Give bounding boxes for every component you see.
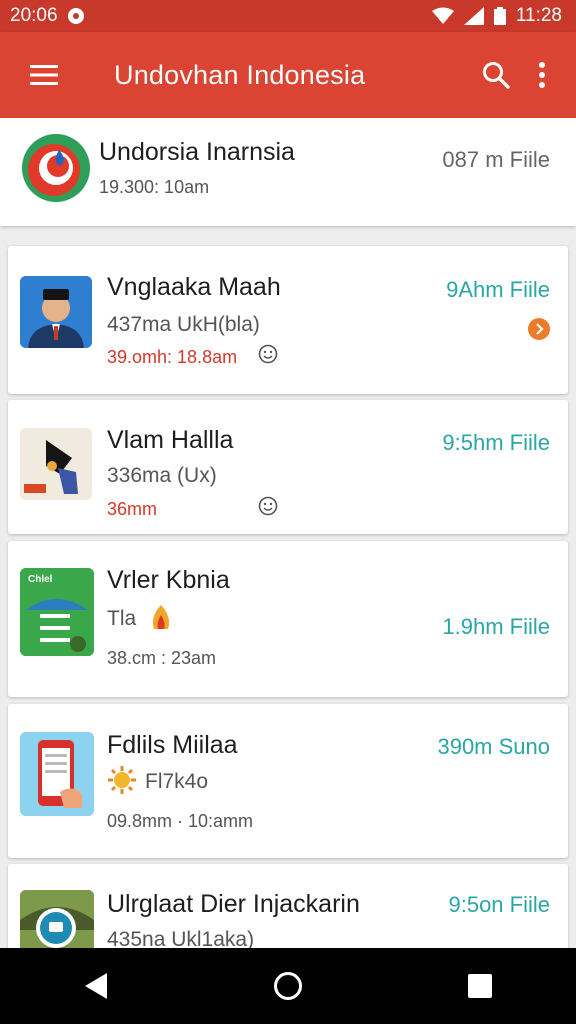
- item-thumbnail: [20, 428, 92, 500]
- home-button[interactable]: [258, 956, 318, 1016]
- item-title: Fdlils Miilaa: [107, 731, 238, 759]
- item-meta: 9:5on Fiile: [448, 892, 550, 917]
- item-subtitle: Fl7k4o: [145, 770, 209, 793]
- home-icon: [274, 972, 302, 1000]
- system-navigation-bar: [0, 948, 576, 1024]
- avatar: [20, 276, 92, 348]
- status-badge: [528, 318, 550, 345]
- item-time: 38.cm : 23am: [107, 648, 217, 668]
- list-item[interactable]: Fdlils Miilaa Fl7k4o 09.8mm · 10:amm 390…: [8, 704, 568, 858]
- signal-icon: [463, 7, 484, 25]
- item-time: 09.8mm · 10:amm: [107, 811, 254, 831]
- item-time: 39.omh: 18.8am: [107, 347, 238, 367]
- emoji-icon: [258, 344, 278, 369]
- item-subtitle: 437ma UkH(bla): [107, 313, 260, 336]
- item-time: 19.300: 10am: [99, 177, 210, 197]
- list-item[interactable]: Chlel Vrler Kbnia Tla 38.cm : 23am 1.9hm…: [8, 541, 568, 697]
- status-time-right: 11:28: [515, 5, 562, 26]
- app-logo: [20, 132, 92, 204]
- list-item[interactable]: Undorsia Inarnsia 19.300: 10am 087 m Fii…: [0, 118, 576, 226]
- item-meta: 9Ahm Fiile: [446, 277, 550, 302]
- item-title: Undorsia Inarnsia: [99, 138, 295, 166]
- item-meta: 390m Suno: [437, 734, 550, 759]
- thumbnail-label: Chlel: [28, 574, 53, 585]
- search-icon: [483, 62, 510, 89]
- app-title: Undovhan Indonesia: [114, 59, 366, 90]
- recents-icon: [468, 974, 492, 998]
- flame-icon: [146, 603, 176, 638]
- item-subtitle: Tla: [107, 607, 137, 630]
- item-title: Ulrglaat Dier Injackarin: [107, 890, 360, 918]
- more-vert-icon: [539, 62, 545, 88]
- wifi-icon: [431, 7, 454, 24]
- item-subtitle: 336ma (Ux): [107, 464, 217, 487]
- item-thumbnail: Chlel: [20, 568, 94, 656]
- sun-icon: [107, 765, 137, 800]
- item-meta: 1.9hm Fiile: [442, 614, 550, 639]
- item-meta: 087 m Fiile: [442, 147, 550, 172]
- item-title: Vlam Hallla: [107, 426, 234, 454]
- list-item[interactable]: Vlam Hallla 336ma (Ux) 36mm 9:5hm Fiile: [8, 400, 568, 534]
- recents-button[interactable]: [450, 956, 510, 1016]
- back-button[interactable]: [66, 956, 126, 1016]
- more-options-button[interactable]: [530, 55, 554, 95]
- item-time: 36mm: [107, 499, 158, 519]
- emoji-icon: [258, 496, 278, 521]
- menu-icon: [30, 65, 58, 85]
- item-title: Vnglaaka Maah: [107, 273, 281, 301]
- back-icon: [85, 973, 107, 999]
- menu-button[interactable]: [24, 55, 64, 95]
- notification-icon: [67, 8, 84, 24]
- search-button[interactable]: [476, 55, 516, 95]
- item-meta: 9:5hm Fiile: [442, 430, 550, 455]
- list-item[interactable]: Vnglaaka Maah 437ma UkH(bla) 39.omh: 18.…: [8, 246, 568, 394]
- item-thumbnail: [20, 732, 94, 816]
- status-bar: 20:06 11:28: [0, 0, 576, 32]
- app-bar: Undovhan Indonesia: [0, 32, 576, 118]
- status-time-left: 20:06: [10, 5, 58, 26]
- item-title: Vrler Kbnia: [107, 566, 230, 594]
- battery-icon: [493, 7, 506, 25]
